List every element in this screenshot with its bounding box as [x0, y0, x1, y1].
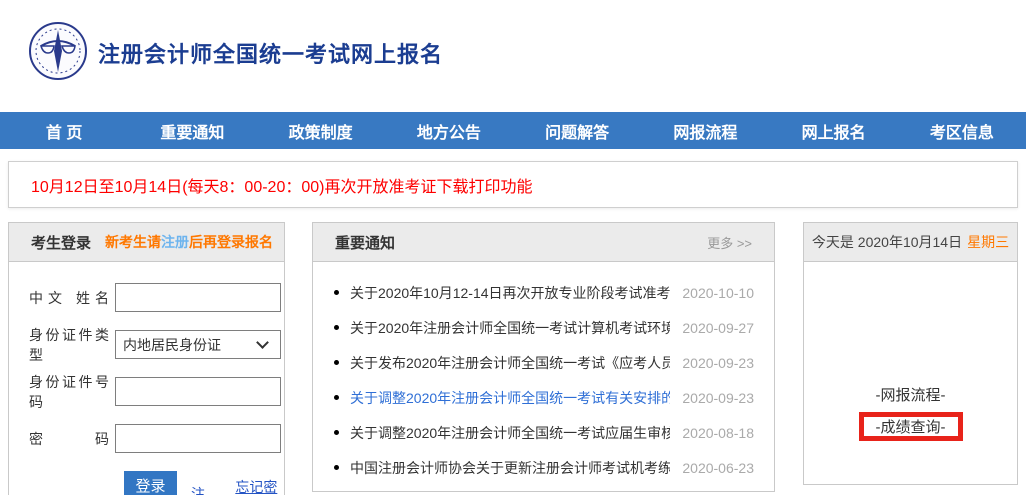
login-form: 中文 姓名 身份证件类型 内地居民身份证 身份证件号码 密 码 登录 注册 — [9, 262, 284, 495]
nav-item-important-notices[interactable]: 重要通知 — [128, 112, 256, 149]
site-header: 注册会计师全国统一考试网上报名 — [0, 0, 1026, 112]
notice-item: 关于发布2020年注册会计师全国统一考试《应考人员安全承... 2020-09-… — [334, 345, 754, 380]
more-link[interactable]: 更多 >> — [707, 233, 752, 252]
today-date: 今天是 2020年10月14日 — [812, 232, 962, 252]
notice-date: 2020-09-27 — [682, 320, 754, 336]
register-link[interactable]: 注册 — [191, 484, 215, 495]
nav-item-exam-area-info[interactable]: 考区信息 — [898, 112, 1026, 149]
new-user-hint: 新考生请注册后再登录报名 — [105, 232, 273, 252]
notices-panel-header: 重要通知 更多 >> — [313, 223, 774, 262]
notices-title: 重要通知 — [335, 232, 395, 253]
nav-item-faq[interactable]: 问题解答 — [513, 112, 641, 149]
nav-item-online-registration[interactable]: 网上报名 — [770, 112, 898, 149]
notice-list: 关于2020年10月12-14日再次开放专业阶段考试准考... 2020-10-… — [313, 262, 774, 485]
notice-item: 关于调整2020年注册会计师全国统一考试有关安排的公告 2020-09-23 — [334, 380, 754, 415]
id-type-select[interactable]: 内地居民身份证 — [115, 330, 281, 359]
notice-date: 2020-09-23 — [682, 355, 754, 371]
new-user-register-link[interactable]: 注册 — [161, 234, 189, 250]
password-label: 密 码 — [29, 429, 109, 449]
nav-item-home[interactable]: 首 页 — [0, 112, 128, 149]
today-panel: 今天是 2020年10月14日 星期三 -网报流程- -成绩查询- — [803, 222, 1018, 485]
notice-item: 关于调整2020年注册会计师全国统一考试应届生审核及准考... 2020-08-… — [334, 415, 754, 450]
score-query-link[interactable]: -成绩查询- — [876, 416, 946, 437]
id-number-label: 身份证件号码 — [29, 372, 109, 412]
password-input[interactable] — [115, 424, 281, 453]
notice-item: 中国注册会计师协会关于更新注册会计师考试机考练习网站的公... 2020-06-… — [334, 450, 754, 485]
site-title: 注册会计师全国统一考试网上报名 — [98, 37, 443, 69]
nav-item-policy[interactable]: 政策制度 — [257, 112, 385, 149]
id-number-input[interactable] — [115, 377, 281, 406]
notice-link[interactable]: 关于2020年注册会计师全国统一考试计算机考试环境下故障... — [350, 318, 670, 338]
id-type-label: 身份证件类型 — [29, 325, 109, 365]
bullet-icon — [334, 360, 339, 365]
today-panel-header: 今天是 2020年10月14日 星期三 — [804, 223, 1017, 262]
notice-item: 关于2020年注册会计师全国统一考试计算机考试环境下故障... 2020-09-… — [334, 310, 754, 345]
login-panel: 考生登录 新考生请注册后再登录报名 中文 姓名 身份证件类型 内地居民身份证 身… — [8, 222, 285, 495]
notice-date: 2020-08-18 — [682, 425, 754, 441]
quick-links: -网报流程- -成绩查询- — [804, 262, 1017, 484]
notice-link[interactable]: 关于调整2020年注册会计师全国统一考试应届生审核及准考... — [350, 423, 670, 443]
notice-item: 关于2020年10月12-14日再次开放专业阶段考试准考... 2020-10-… — [334, 275, 754, 310]
login-panel-header: 考生登录 新考生请注册后再登录报名 — [9, 223, 284, 262]
name-input[interactable] — [115, 283, 281, 312]
forgot-password-link[interactable]: 忘记密码 — [235, 477, 284, 495]
bullet-icon — [334, 290, 339, 295]
notice-date: 2020-10-10 — [682, 285, 754, 301]
bullet-icon — [334, 430, 339, 435]
new-user-hint-suffix: 后再登录报名 — [189, 234, 273, 250]
notice-link[interactable]: 关于调整2020年注册会计师全国统一考试有关安排的公告 — [350, 388, 670, 408]
id-type-selected-value: 内地居民身份证 — [123, 335, 221, 355]
alert-text: 10月12日至10月14日(每天8：00-20：00)再次开放准考证下载打印功能 — [31, 173, 532, 197]
chevron-down-icon — [256, 336, 269, 349]
notice-date: 2020-09-23 — [682, 390, 754, 406]
new-user-hint-prefix: 新考生请 — [105, 234, 161, 250]
nav-item-registration-process[interactable]: 网报流程 — [641, 112, 769, 149]
notices-panel: 重要通知 更多 >> 关于2020年10月12-14日再次开放专业阶段考试准考.… — [312, 222, 775, 492]
notice-link[interactable]: 中国注册会计师协会关于更新注册会计师考试机考练习网站的公... — [350, 458, 670, 478]
registration-process-link[interactable]: -网报流程- — [804, 384, 1017, 405]
notice-link[interactable]: 关于发布2020年注册会计师全国统一考试《应考人员安全承... — [350, 353, 670, 373]
nav-item-local-announcements[interactable]: 地方公告 — [385, 112, 513, 149]
name-label: 中文 姓名 — [29, 288, 109, 308]
bullet-icon — [334, 325, 339, 330]
today-weekday: 星期三 — [967, 232, 1009, 252]
login-title: 考生登录 — [31, 232, 91, 253]
login-button[interactable]: 登录 — [124, 471, 177, 495]
bullet-icon — [334, 395, 339, 400]
main-nav: 首 页 重要通知 政策制度 地方公告 问题解答 网报流程 网上报名 考区信息 — [0, 112, 1026, 149]
bullet-icon — [334, 465, 339, 470]
cicpa-logo-icon — [28, 21, 88, 81]
notice-date: 2020-06-23 — [682, 460, 754, 476]
alert-bar: 10月12日至10月14日(每天8：00-20：00)再次开放准考证下载打印功能 — [8, 161, 1018, 208]
highlight-box: -成绩查询- — [859, 412, 963, 441]
notice-link[interactable]: 关于2020年10月12-14日再次开放专业阶段考试准考... — [350, 283, 670, 303]
page: 注册会计师全国统一考试网上报名 首 页 重要通知 政策制度 地方公告 问题解答 … — [0, 0, 1026, 495]
